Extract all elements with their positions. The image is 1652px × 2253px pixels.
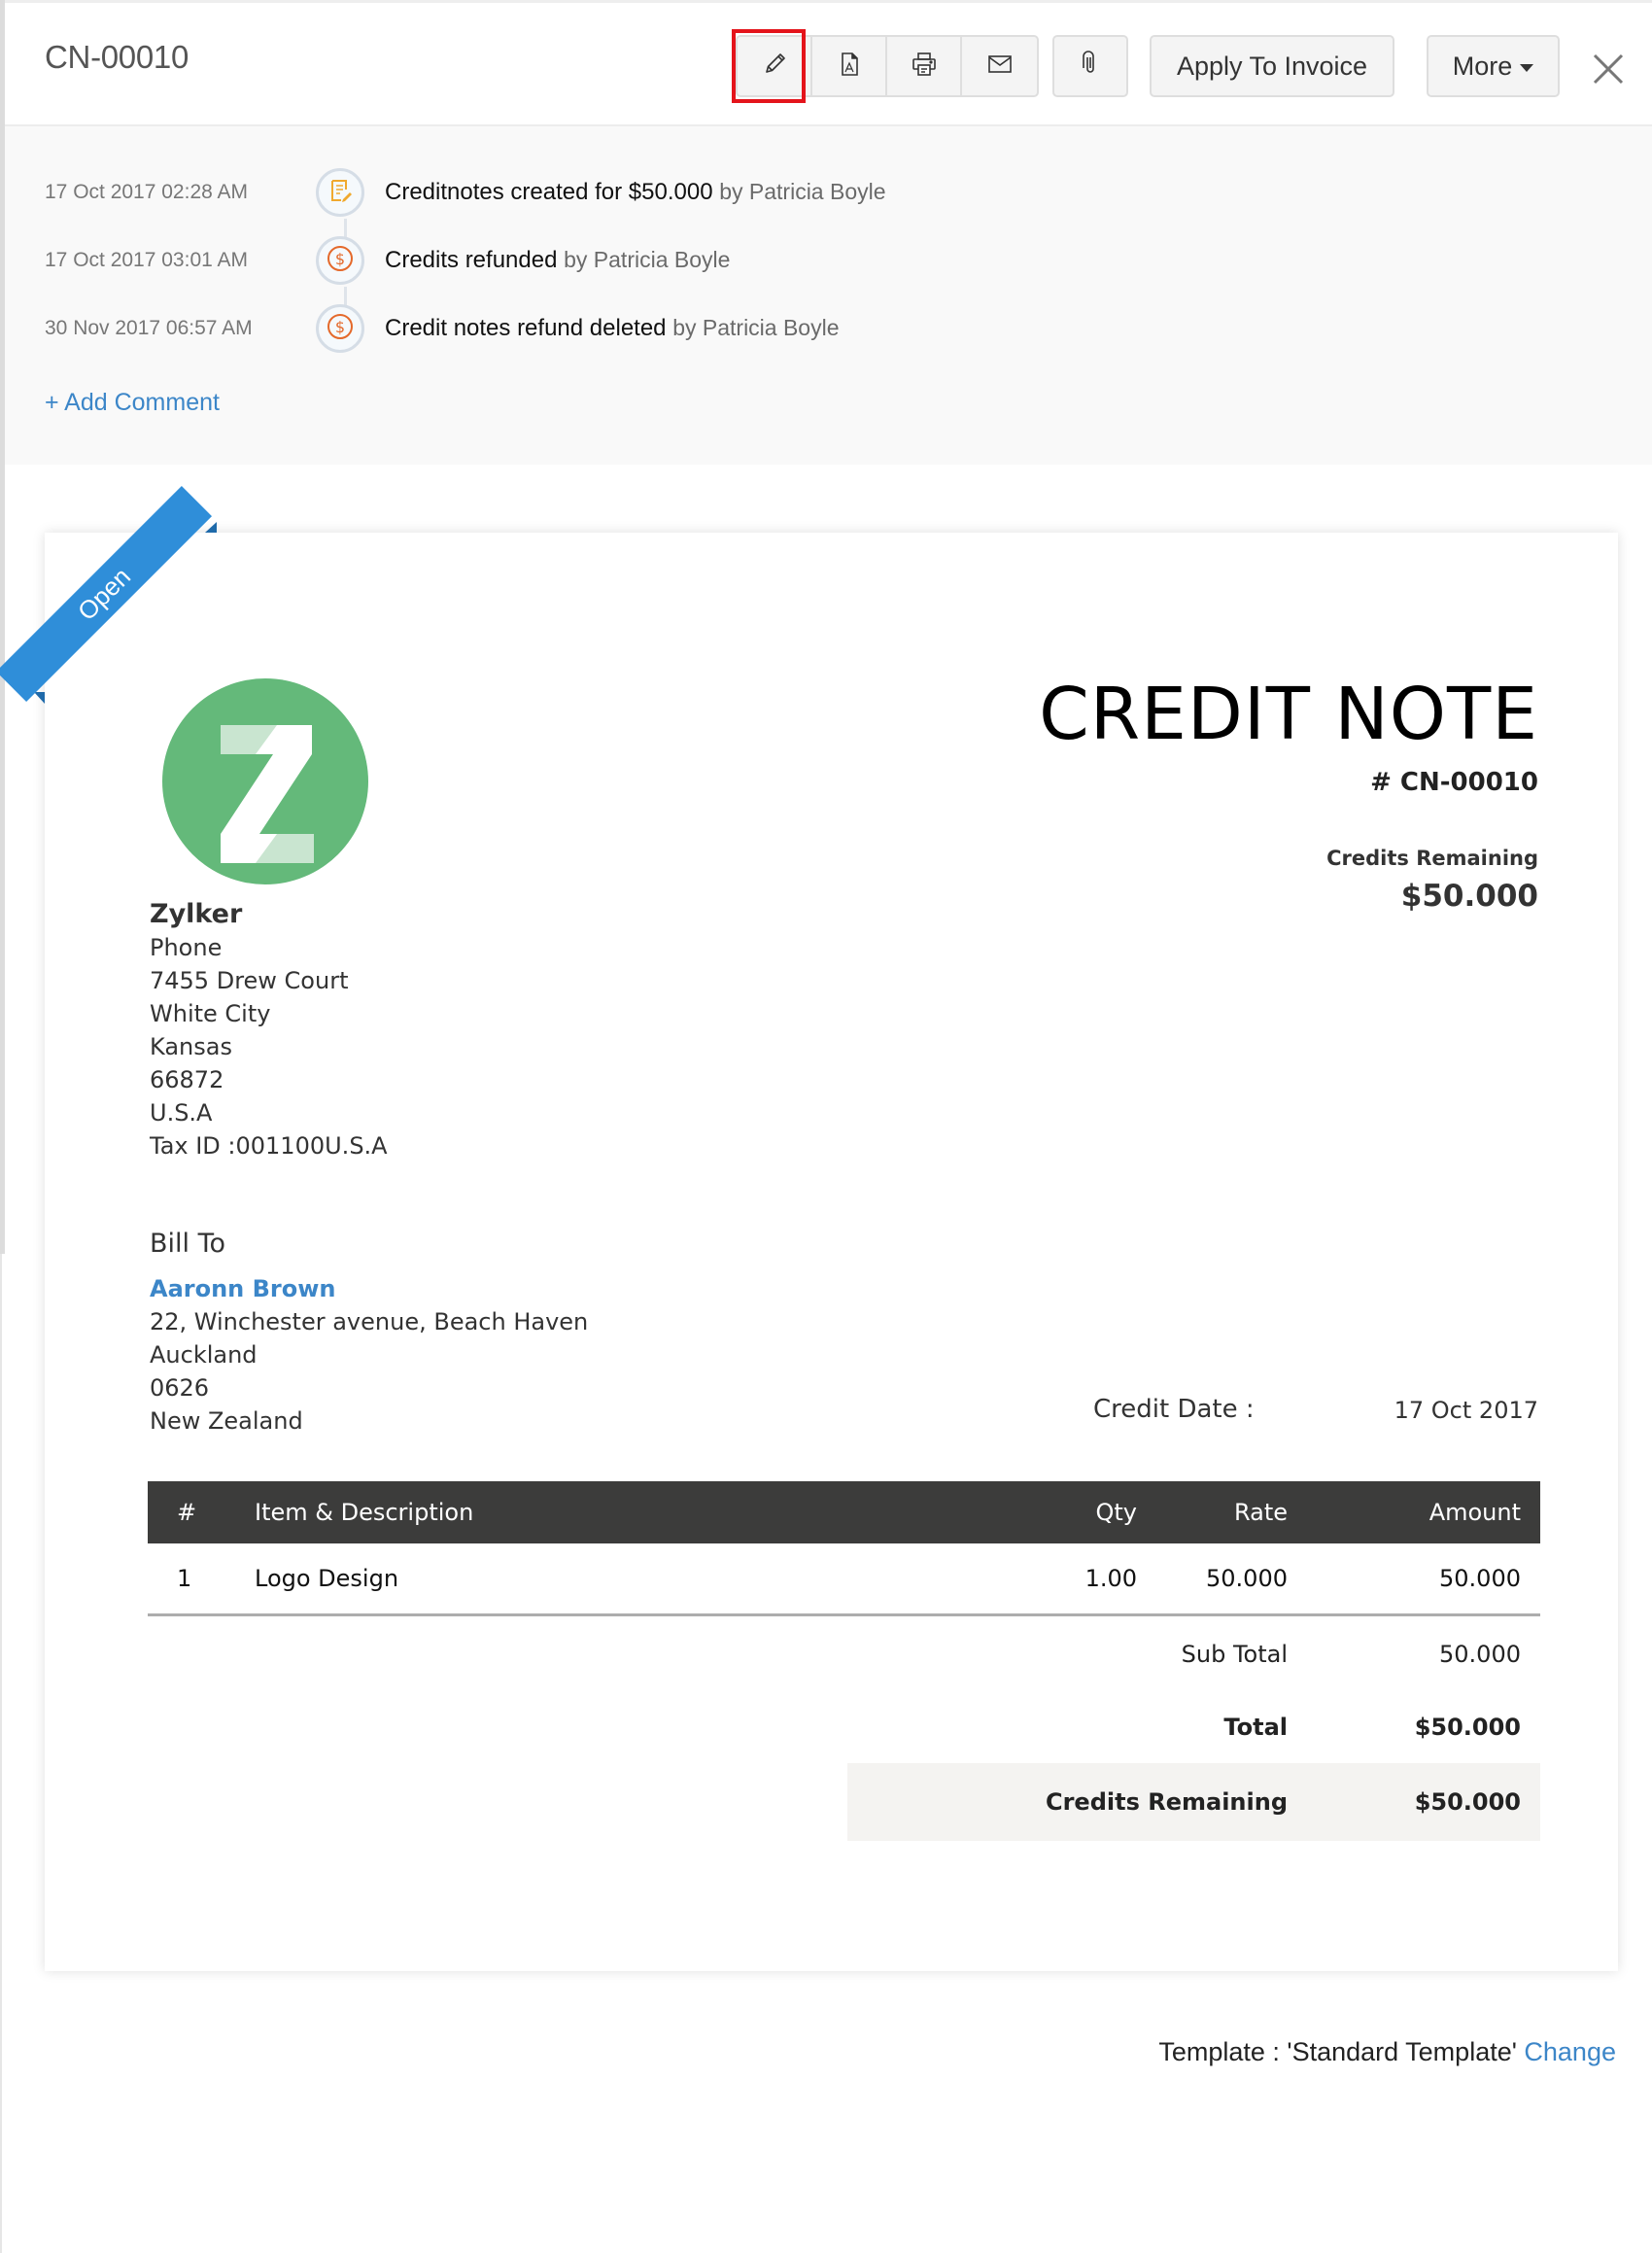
customer-name-link[interactable]: Aaronn Brown — [150, 1272, 588, 1305]
change-template-link[interactable]: Change — [1524, 2037, 1616, 2066]
credit-note-document: Open CREDIT NOTE # CN-00010 Credits Rema… — [0, 485, 1618, 1971]
envelope-icon — [985, 50, 1015, 84]
bill-to-line: 22, Winchester avenue, Beach Haven — [150, 1308, 589, 1335]
dollar-icon: $ — [326, 244, 355, 278]
printer-icon — [910, 50, 939, 84]
detail-header: CN-00010 Apply To Invoice More — [5, 3, 1652, 126]
timeline-author: by Patricia Boyle — [564, 247, 731, 272]
activity-timeline: 17 Oct 2017 02:28 AM Creditnotes created… — [5, 126, 1652, 465]
org-line: White City — [150, 1000, 271, 1027]
cell-qty: 1.00 — [1084, 1565, 1137, 1592]
org-line: U.S.A — [150, 1099, 213, 1126]
timeline-action: Credits refunded — [385, 247, 558, 273]
toolbar-button-group — [732, 29, 1039, 103]
pencil-icon — [760, 50, 789, 84]
attach-button[interactable] — [1052, 35, 1128, 97]
bill-to-line: New Zealand — [150, 1407, 303, 1435]
close-button[interactable] — [1591, 52, 1626, 87]
table-header: # Item & Description Qty Rate Amount — [148, 1481, 1540, 1543]
column-header-number: # — [177, 1499, 197, 1526]
timeline-dot — [316, 168, 364, 217]
template-info: Template : 'Standard Template' Change — [1158, 2037, 1616, 2067]
ribbon-fold — [205, 522, 217, 533]
cell-rate: 50.000 — [1206, 1565, 1288, 1592]
total-label: Total — [1223, 1713, 1288, 1741]
total-row: Total $50.000 — [148, 1690, 1540, 1763]
bill-to-section: Bill To Aaronn Brown 22, Winchester aven… — [150, 1228, 588, 1438]
company-logo — [162, 678, 368, 884]
panel-left-edge-lower — [0, 1254, 2, 2253]
pdf-icon — [835, 50, 864, 84]
svg-text:$: $ — [335, 318, 345, 336]
cell-number: 1 — [177, 1565, 192, 1592]
organization-name: Zylker — [150, 899, 243, 929]
org-line: Tax ID :001100U.S.A — [150, 1132, 388, 1160]
svg-text:$: $ — [335, 250, 345, 268]
org-line: Phone — [150, 934, 223, 961]
ribbon-fold — [34, 692, 45, 704]
more-label: More — [1452, 51, 1513, 81]
credit-date-value: 17 Oct 2017 — [1394, 1397, 1538, 1424]
sub-total-label: Sub Total — [1181, 1640, 1288, 1668]
column-header-qty: Qty — [1095, 1499, 1137, 1526]
timeline-item: 17 Oct 2017 02:28 AM Creditnotes created… — [5, 163, 1171, 222]
document-title: CREDIT NOTE — [1039, 673, 1538, 756]
column-header-description: Item & Description — [255, 1499, 474, 1526]
caret-down-icon — [1520, 64, 1534, 72]
edit-button[interactable] — [732, 29, 812, 103]
cell-description: Logo Design — [255, 1565, 399, 1592]
line-items-table: # Item & Description Qty Rate Amount 1 L… — [148, 1481, 1540, 1616]
email-button[interactable] — [962, 37, 1037, 95]
print-button[interactable] — [887, 37, 962, 95]
status-ribbon: Open — [0, 485, 228, 716]
timeline-text: Creditnotes created for $50.000 by Patri… — [385, 179, 886, 206]
status-badge: Open — [0, 485, 213, 703]
timeline-action: Credit notes refund deleted — [385, 315, 667, 341]
credits-remaining-total-label: Credits Remaining — [1045, 1788, 1288, 1816]
note-edit-icon — [326, 176, 355, 210]
bill-to-line: 0626 — [150, 1374, 210, 1402]
sub-total-row: Sub Total 50.000 — [148, 1617, 1540, 1690]
sub-total-value: 50.000 — [1439, 1640, 1521, 1668]
more-button[interactable]: More — [1427, 35, 1560, 97]
timeline-dot: $ — [316, 236, 364, 285]
table-row: 1 Logo Design 1.00 50.000 50.000 — [148, 1543, 1540, 1616]
timeline-date: 30 Nov 2017 06:57 AM — [45, 317, 253, 339]
add-comment-link[interactable]: + Add Comment — [45, 389, 220, 417]
apply-to-invoice-button[interactable]: Apply To Invoice — [1150, 35, 1394, 97]
timeline-action: Creditnotes created for $50.000 — [385, 179, 713, 205]
timeline-date: 17 Oct 2017 03:01 AM — [45, 249, 248, 271]
credits-remaining-row: Credits Remaining $50.000 — [847, 1763, 1540, 1841]
page-title: CN-00010 — [45, 39, 189, 75]
timeline-item: 30 Nov 2017 06:57 AM $ Credit notes refu… — [5, 299, 1171, 358]
close-icon — [1591, 53, 1626, 90]
total-value: $50.000 — [1414, 1713, 1521, 1741]
bill-to-heading: Bill To — [150, 1229, 226, 1259]
bill-to-line: Auckland — [150, 1341, 258, 1369]
paperclip-icon — [1076, 49, 1105, 85]
column-header-rate: Rate — [1233, 1499, 1288, 1526]
org-line: Kansas — [150, 1033, 232, 1060]
timeline-dot: $ — [316, 304, 364, 353]
dollar-icon: $ — [326, 312, 355, 346]
org-line: 7455 Drew Court — [150, 967, 349, 994]
document-number: # CN-00010 — [1370, 768, 1538, 797]
timeline-item: 17 Oct 2017 03:01 AM $ Credits refunded … — [5, 231, 1171, 290]
timeline-text: Credits refunded by Patricia Boyle — [385, 247, 730, 274]
pdf-button[interactable] — [812, 37, 887, 95]
totals-section: Sub Total 50.000 Total $50.000 Credits R… — [148, 1617, 1540, 1841]
credits-remaining-value: $50.000 — [1400, 879, 1538, 914]
template-name: Template : 'Standard Template' — [1158, 2037, 1517, 2066]
org-line: 66872 — [150, 1066, 224, 1093]
column-header-amount: Amount — [1428, 1499, 1521, 1526]
credit-date-label: Credit Date : — [1093, 1395, 1255, 1424]
credits-remaining-label: Credits Remaining — [1326, 847, 1538, 870]
cell-amount: 50.000 — [1439, 1565, 1521, 1592]
timeline-date: 17 Oct 2017 02:28 AM — [45, 181, 248, 203]
timeline-author: by Patricia Boyle — [672, 315, 840, 340]
credits-remaining-total-value: $50.000 — [1414, 1788, 1521, 1816]
organization-address: Zylker Phone 7455 Drew Court White City … — [150, 898, 388, 1162]
timeline-author: by Patricia Boyle — [719, 179, 886, 204]
timeline-text: Credit notes refund deleted by Patricia … — [385, 315, 840, 342]
